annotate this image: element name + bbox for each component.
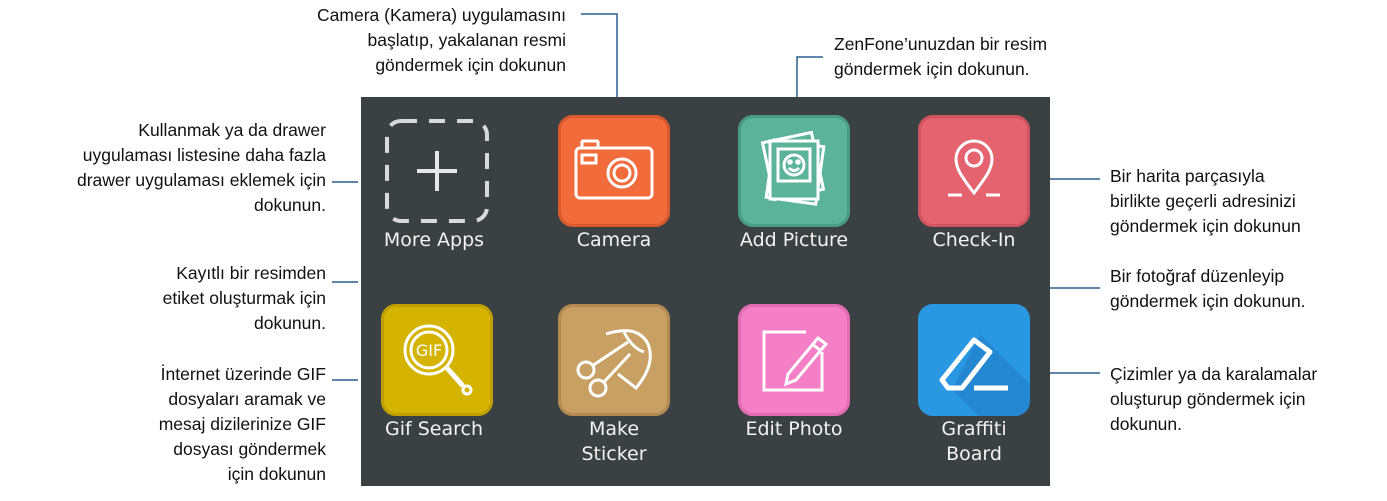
app-label: Gif Search bbox=[384, 418, 483, 440]
app-edit-photo[interactable]: Edit Photo bbox=[721, 304, 863, 474]
app-check-in[interactable]: Check-In bbox=[901, 115, 1043, 265]
callout-make-sticker: Kayıtlı bir resimden etiket oluşturmak i… bbox=[162, 263, 326, 333]
callout-gif-search: İnternet üzerinde GIF dosyaları aramak v… bbox=[158, 364, 326, 484]
callout-graffiti-board: Çizimler ya da karalamalar oluşturup gön… bbox=[1110, 364, 1318, 434]
gif-magnifier-icon: GIF bbox=[381, 304, 493, 416]
app-label-line: Sticker bbox=[581, 443, 647, 465]
app-label: More Apps bbox=[383, 229, 485, 251]
photo-stack-icon bbox=[738, 115, 850, 227]
callout-edit-photo: Bir fotoğraf düzenleyip göndermek için d… bbox=[1110, 266, 1306, 311]
scissors-icon bbox=[558, 304, 670, 416]
app-gif-search[interactable]: GIF Gif Search bbox=[361, 304, 503, 474]
app-make-sticker[interactable]: Make Sticker bbox=[541, 304, 683, 474]
camera-icon bbox=[558, 115, 670, 227]
callout-more-apps: Kullanmak ya da drawer uygulaması listes… bbox=[77, 120, 326, 215]
map-pin-icon bbox=[918, 115, 1030, 227]
app-add-picture[interactable]: Add Picture bbox=[721, 115, 863, 265]
app-label-line: Make bbox=[588, 418, 640, 440]
svg-text:GIF: GIF bbox=[416, 341, 442, 360]
callout-check-in: Bir harita parçasıyla birlikte geçerli a… bbox=[1110, 166, 1301, 236]
app-label: Check-In bbox=[932, 229, 1016, 251]
callout-camera: Camera (Kamera) uygulamasını başlatıp, y… bbox=[317, 5, 566, 75]
app-drawer-panel: More Apps Camera Add Picture Check-In GI… bbox=[361, 97, 1050, 486]
app-label: Edit Photo bbox=[745, 418, 843, 440]
plus-icon bbox=[381, 115, 493, 227]
app-label-line: Graffiti bbox=[941, 418, 1007, 440]
app-camera[interactable]: Camera bbox=[541, 115, 683, 265]
callout-add-picture: ZenFone’unuzdan bir resim göndermek için… bbox=[834, 34, 1048, 79]
app-graffiti-board[interactable]: Graffiti Board bbox=[901, 304, 1043, 474]
app-label: Camera bbox=[576, 229, 652, 251]
pencil-edit-icon bbox=[738, 304, 850, 416]
app-more-apps[interactable]: More Apps bbox=[361, 115, 503, 265]
app-label-line: Board bbox=[946, 443, 1002, 465]
eraser-icon bbox=[918, 304, 1030, 416]
app-label: Add Picture bbox=[739, 229, 849, 251]
